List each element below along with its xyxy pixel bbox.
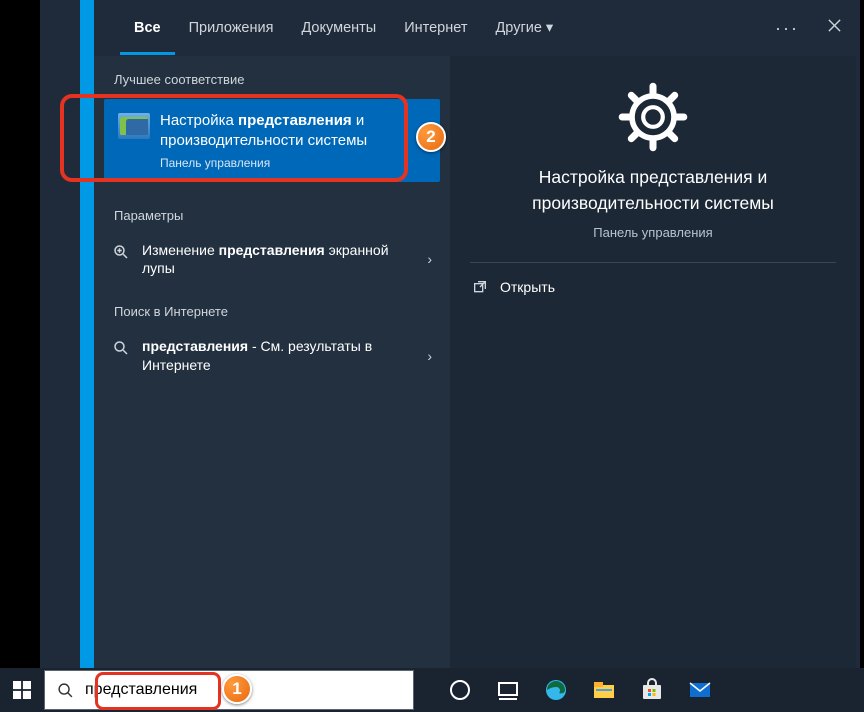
result-web-search[interactable]: представления - См. результаты в Интерне…	[94, 327, 450, 385]
task-view-icon[interactable]	[484, 668, 532, 712]
section-best-match: Лучшее соответствие	[94, 56, 450, 95]
tab-all[interactable]: Все	[120, 2, 175, 55]
preview-title: Настройка представления и производительн…	[450, 152, 856, 217]
cortana-icon[interactable]	[436, 668, 484, 712]
more-options-button[interactable]: ···	[775, 18, 799, 39]
edge-icon[interactable]	[532, 668, 580, 712]
magnifier-plus-icon	[112, 243, 130, 261]
monitor-icon	[118, 113, 150, 139]
mail-icon[interactable]	[676, 668, 724, 712]
best-match-subtitle: Панель управления	[160, 156, 426, 170]
start-button[interactable]	[0, 668, 44, 712]
filter-tabs: Все Приложения Документы Интернет Другие…	[94, 0, 856, 56]
tab-more[interactable]: Другие ▾	[481, 2, 567, 55]
preview-pane: Настройка представления и производительн…	[450, 56, 856, 668]
preview-subtitle: Панель управления	[450, 225, 856, 240]
taskbar-pinned	[436, 668, 724, 712]
best-match-title: Настройка представления и производительн…	[160, 111, 426, 152]
tab-more-label: Другие	[495, 20, 541, 36]
accent-strip	[80, 0, 94, 668]
tab-web[interactable]: Интернет	[390, 2, 481, 55]
result-magnifier-label: Изменение представления экранной лупы	[142, 241, 404, 279]
tab-docs[interactable]: Документы	[287, 2, 390, 55]
chevron-right-icon[interactable]: ›	[427, 348, 432, 364]
results-pane: Лучшее соответствие Настройка представле…	[94, 56, 450, 668]
tab-apps[interactable]: Приложения	[175, 2, 288, 55]
microsoft-store-icon[interactable]	[628, 668, 676, 712]
search-icon	[45, 682, 85, 699]
file-explorer-icon[interactable]	[580, 668, 628, 712]
search-input[interactable]	[85, 681, 413, 699]
result-magnifier-view[interactable]: Изменение представления экранной лупы ›	[94, 231, 450, 289]
taskbar-search[interactable]	[44, 670, 414, 710]
open-label: Открыть	[500, 279, 555, 295]
open-icon	[472, 279, 488, 295]
chevron-right-icon[interactable]: ›	[427, 251, 432, 267]
search-icon	[112, 339, 130, 357]
section-web: Поиск в Интернете	[94, 288, 450, 327]
best-match-item[interactable]: Настройка представления и производительн…	[104, 99, 440, 182]
result-web-label: представления - См. результаты в Интерне…	[142, 337, 404, 375]
search-flyout: Все Приложения Документы Интернет Другие…	[40, 0, 860, 668]
chevron-down-icon: ▾	[546, 20, 553, 36]
taskbar	[0, 668, 864, 712]
gear-icon	[618, 82, 688, 152]
open-action[interactable]: Открыть	[450, 263, 856, 311]
close-button[interactable]	[827, 18, 842, 38]
section-settings: Параметры	[94, 192, 450, 231]
